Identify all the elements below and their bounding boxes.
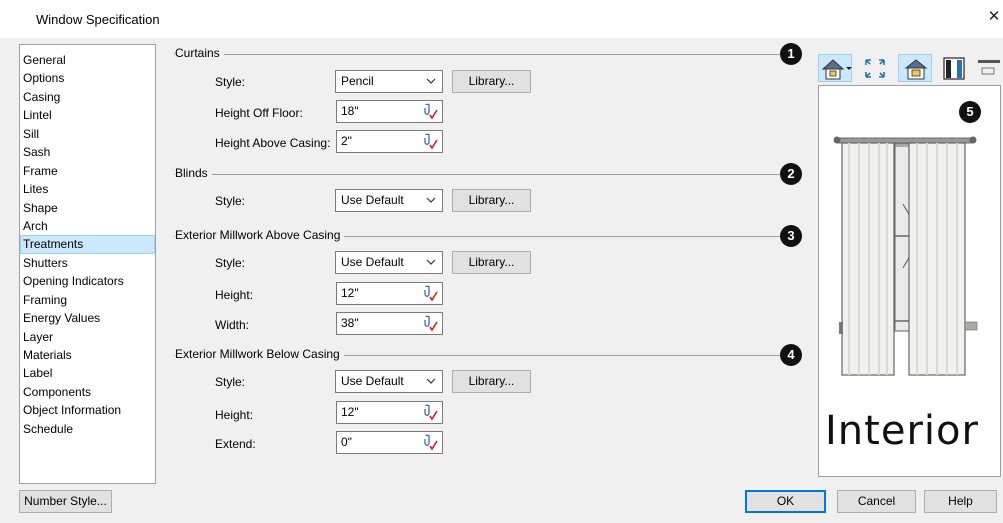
dimension-select-icon[interactable] (421, 133, 439, 151)
home-view-icon (821, 59, 852, 80)
dimension-select-icon[interactable] (421, 315, 439, 333)
below-style-value: Use Default (341, 374, 404, 388)
below-height-field[interactable]: 12" (336, 401, 443, 424)
nav-item-layer[interactable]: Layer (20, 328, 155, 346)
curtains-height-above-casing-value: 2" (341, 134, 352, 148)
below-height-value: 12" (341, 405, 359, 419)
nav-item-lites[interactable]: Lites (20, 180, 155, 198)
below-heading: Exterior Millwork Below Casing (175, 347, 344, 361)
curtains-height-off-floor-label: Height Off Floor: (215, 106, 303, 120)
nav-item-materials[interactable]: Materials (20, 346, 155, 364)
blinds-heading: Blinds (175, 166, 212, 180)
above-height-field[interactable]: 12" (336, 282, 443, 305)
preview-label: Interior (825, 408, 979, 454)
chevron-down-icon (426, 197, 436, 203)
above-width-value: 38" (341, 316, 359, 330)
above-width-label: Width: (215, 318, 250, 332)
nav-item-label[interactable]: Label (20, 364, 155, 382)
below-height-label: Height: (215, 408, 254, 422)
curtains-height-off-floor-field[interactable]: 18" (336, 100, 443, 123)
dimension-select-icon[interactable] (421, 285, 439, 303)
nav-item-sill[interactable]: Sill (20, 125, 155, 143)
help-button[interactable]: Help (924, 490, 997, 513)
chevron-down-icon (426, 378, 436, 384)
below-style-label: Style: (215, 375, 246, 389)
callout-badge-2: 2 (780, 163, 802, 185)
nav-item-components[interactable]: Components (20, 383, 155, 401)
blinds-divider (174, 174, 780, 175)
nav-item-schedule[interactable]: Schedule (20, 420, 155, 438)
below-extend-value: 0" (341, 435, 352, 449)
above-height-value: 12" (341, 286, 359, 300)
callout-badge-5: 5 (959, 101, 981, 123)
above-width-field[interactable]: 38" (336, 312, 443, 335)
callout-badge-3: 3 (780, 225, 802, 247)
home-view-button[interactable] (818, 54, 852, 82)
close-icon[interactable]: ✕ (987, 9, 1001, 25)
dimension-select-icon[interactable] (421, 404, 439, 422)
reset-view-button[interactable] (972, 54, 1003, 82)
nav-item-object-information[interactable]: Object Information (20, 401, 155, 419)
nav-item-casing[interactable]: Casing (20, 88, 155, 106)
dimension-select-icon[interactable] (421, 103, 439, 121)
nav-item-shutters[interactable]: Shutters (20, 254, 155, 272)
nav-item-arch[interactable]: Arch (20, 217, 155, 235)
number-style-button[interactable]: Number Style... (19, 490, 112, 513)
reset-view-icon (978, 60, 1000, 75)
nav-item-general[interactable]: General (20, 51, 155, 69)
nav-item-sash[interactable]: Sash (20, 143, 155, 161)
chevron-down-icon (426, 78, 436, 84)
nav-item-framing[interactable]: Framing (20, 291, 155, 309)
below-extend-label: Extend: (215, 437, 256, 451)
blinds-library-button[interactable]: Library... (452, 189, 531, 212)
fit-view-icon (865, 59, 885, 78)
above-height-label: Height: (215, 288, 254, 302)
blinds-style-label: Style: (215, 194, 246, 208)
callout-badge-1: 1 (780, 43, 802, 65)
curtains-style-value: Pencil (341, 74, 374, 88)
dimension-select-icon[interactable] (421, 434, 439, 452)
nav-item-lintel[interactable]: Lintel (20, 106, 155, 124)
curtains-height-above-casing-label: Height Above Casing: (215, 136, 331, 150)
treatment-view-icon (904, 59, 928, 80)
ok-button[interactable]: OK (745, 490, 826, 513)
blinds-style-value: Use Default (341, 193, 404, 207)
cancel-button[interactable]: Cancel (837, 490, 916, 513)
above-style-dropdown[interactable]: Use Default (335, 251, 443, 274)
dialog-title: Window Specification (36, 12, 160, 27)
preview-panel[interactable]: 5 Interior (818, 85, 1001, 477)
curtains-style-label: Style: (215, 75, 246, 89)
curtains-heading: Curtains (175, 46, 224, 60)
nav-item-options[interactable]: Options (20, 69, 155, 87)
curtains-library-button[interactable]: Library... (452, 70, 531, 93)
blinds-style-dropdown[interactable]: Use Default (335, 189, 443, 212)
nav-item-shape[interactable]: Shape (20, 199, 155, 217)
callout-badge-4: 4 (780, 344, 802, 366)
category-list[interactable]: General Options Casing Lintel Sill Sash Frame L… (19, 44, 156, 484)
curtains-divider (174, 54, 780, 55)
nav-item-energy-values[interactable]: Energy Values (20, 309, 155, 327)
nav-item-treatments[interactable]: Treatments (20, 235, 155, 254)
nav-item-opening-indicators[interactable]: Opening Indicators (20, 272, 155, 290)
curtains-height-off-floor-value: 18" (341, 104, 359, 118)
door-view-icon (943, 57, 965, 80)
curtains-height-above-casing-field[interactable]: 2" (336, 130, 443, 153)
above-heading: Exterior Millwork Above Casing (175, 228, 345, 242)
above-style-value: Use Default (341, 255, 404, 269)
title-bar: Window Specification ✕ (0, 0, 1003, 38)
curtains-style-dropdown[interactable]: Pencil (335, 70, 443, 93)
below-style-dropdown[interactable]: Use Default (335, 370, 443, 393)
nav-item-frame[interactable]: Frame (20, 162, 155, 180)
above-style-label: Style: (215, 256, 246, 270)
door-view-button[interactable] (938, 54, 972, 82)
fit-view-button[interactable] (858, 54, 892, 82)
below-library-button[interactable]: Library... (452, 370, 531, 393)
chevron-down-icon (426, 259, 436, 265)
treatment-view-button[interactable] (898, 54, 932, 82)
above-library-button[interactable]: Library... (452, 251, 531, 274)
below-extend-field[interactable]: 0" (336, 431, 443, 454)
